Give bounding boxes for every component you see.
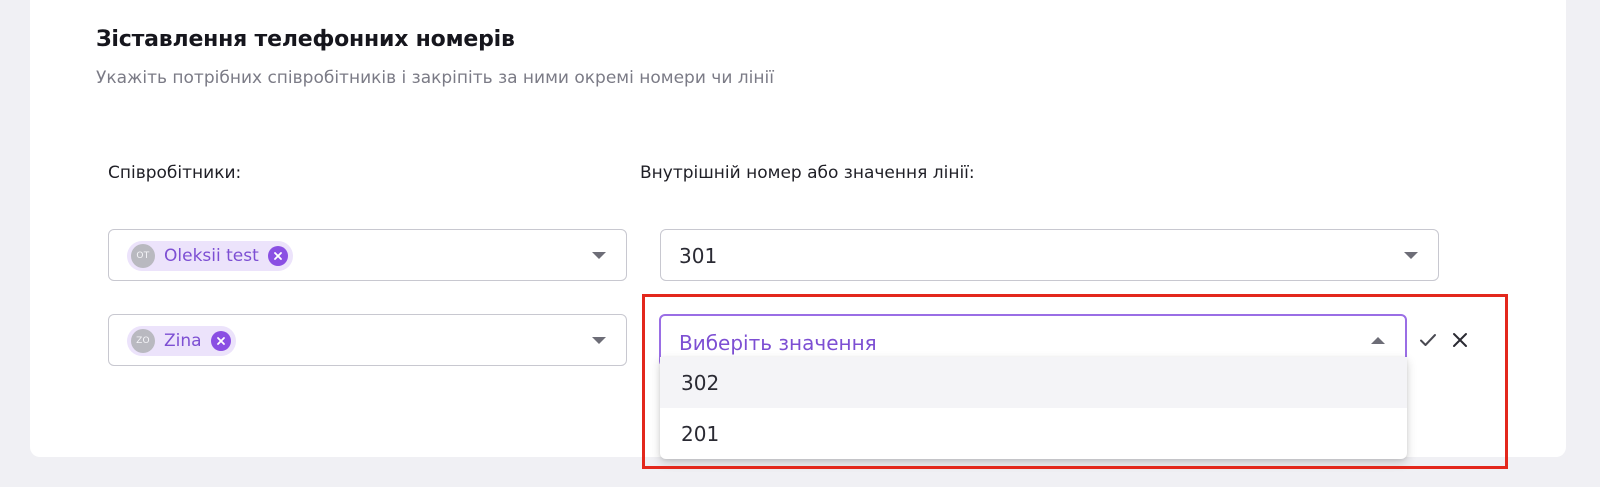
- caret-up-icon[interactable]: [1371, 337, 1385, 344]
- employees-column-label: Співробітники:: [108, 163, 242, 183]
- avatar: ZO: [131, 329, 155, 353]
- employee-select-row-1[interactable]: OT Oleksii test: [108, 229, 627, 281]
- number-select-row-1[interactable]: 301: [660, 229, 1439, 281]
- employee-chip: OT Oleksii test: [127, 241, 293, 271]
- dropdown-option[interactable]: 302: [660, 357, 1407, 408]
- section-title: Зіставлення телефонних номерів: [96, 27, 515, 52]
- dropdown-option-label: 302: [681, 371, 720, 395]
- caret-down-icon[interactable]: [592, 337, 606, 344]
- avatar: OT: [131, 244, 155, 268]
- caret-down-icon[interactable]: [1404, 252, 1418, 259]
- caret-down-icon[interactable]: [592, 252, 606, 259]
- employee-chip: ZO Zina: [127, 326, 236, 356]
- number-dropdown-menu: 302 201: [660, 357, 1407, 459]
- number-column-label: Внутрішній номер або значення лінії:: [640, 163, 975, 183]
- remove-circle-icon[interactable]: [267, 246, 288, 266]
- close-icon[interactable]: [1448, 328, 1472, 352]
- section-subtitle: Укажіть потрібних співробітників і закрі…: [96, 68, 774, 88]
- check-icon[interactable]: [1416, 328, 1440, 352]
- dropdown-option[interactable]: 201: [660, 408, 1407, 459]
- number-select-value: 301: [679, 244, 718, 268]
- employee-chip-label: Zina: [164, 331, 202, 351]
- employee-chip-label: Oleksii test: [164, 246, 259, 266]
- remove-circle-icon[interactable]: [210, 331, 231, 351]
- number-select-placeholder: Виберіть значення: [679, 331, 877, 355]
- employee-select-row-2[interactable]: ZO Zina: [108, 314, 627, 366]
- dropdown-option-label: 201: [681, 422, 720, 446]
